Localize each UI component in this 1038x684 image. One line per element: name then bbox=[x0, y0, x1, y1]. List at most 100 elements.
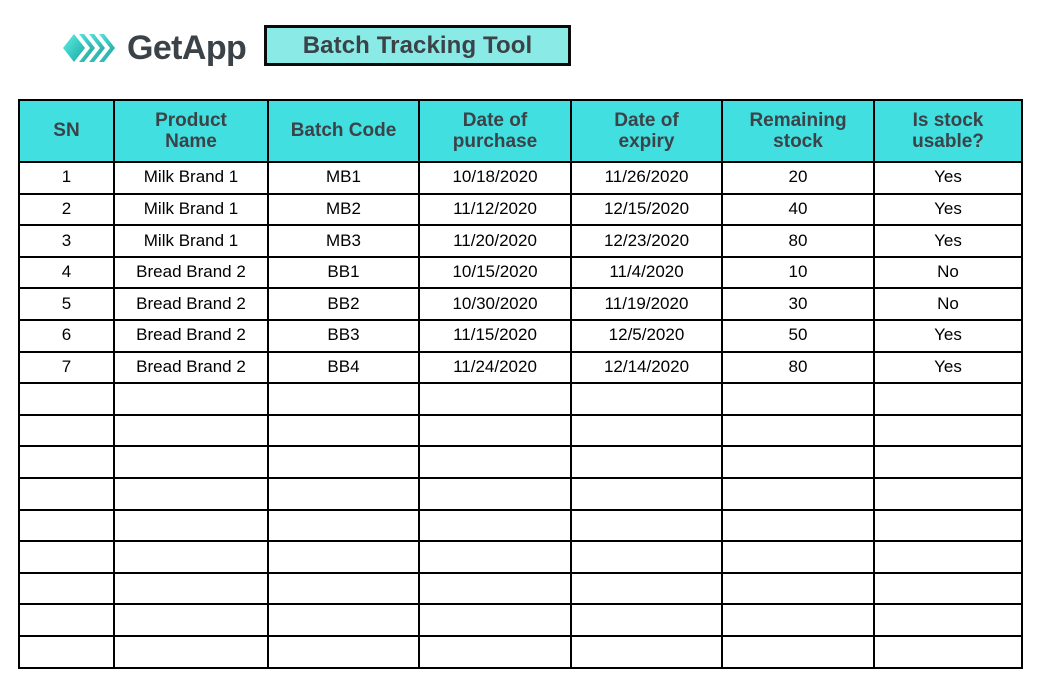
table-cell-empty[interactable] bbox=[18, 540, 115, 574]
column-header-1[interactable]: Product Name bbox=[113, 99, 269, 163]
table-cell[interactable]: No bbox=[873, 287, 1023, 321]
table-cell-empty[interactable] bbox=[570, 603, 723, 637]
table-cell[interactable]: MB1 bbox=[267, 161, 420, 195]
table-cell-empty[interactable] bbox=[267, 508, 420, 543]
column-header-5[interactable]: Remaining stock bbox=[721, 99, 875, 163]
table-cell-empty[interactable] bbox=[267, 571, 420, 606]
table-cell-empty[interactable] bbox=[721, 571, 875, 606]
table-cell-empty[interactable] bbox=[418, 445, 572, 479]
table-cell[interactable]: 12/15/2020 bbox=[570, 192, 723, 227]
table-cell-empty[interactable] bbox=[18, 508, 115, 543]
table-cell-empty[interactable] bbox=[570, 634, 723, 669]
table-cell-empty[interactable] bbox=[267, 540, 420, 574]
table-cell-empty[interactable] bbox=[113, 445, 269, 479]
table-cell-empty[interactable] bbox=[418, 540, 572, 574]
column-header-6[interactable]: Is stock usable? bbox=[873, 99, 1023, 163]
table-cell-empty[interactable] bbox=[418, 508, 572, 543]
table-cell-empty[interactable] bbox=[570, 382, 723, 416]
table-cell-empty[interactable] bbox=[18, 634, 115, 669]
table-cell-empty[interactable] bbox=[721, 540, 875, 574]
table-cell[interactable]: 12/23/2020 bbox=[570, 224, 723, 258]
table-cell-empty[interactable] bbox=[418, 413, 572, 448]
table-cell-empty[interactable] bbox=[267, 413, 420, 448]
table-cell[interactable]: 11/19/2020 bbox=[570, 287, 723, 321]
column-header-4[interactable]: Date of expiry bbox=[570, 99, 723, 163]
table-cell-empty[interactable] bbox=[873, 445, 1023, 479]
table-cell[interactable]: BB1 bbox=[267, 255, 420, 290]
table-cell[interactable]: Bread Brand 2 bbox=[113, 287, 269, 321]
table-cell[interactable]: Bread Brand 2 bbox=[113, 318, 269, 353]
table-cell-empty[interactable] bbox=[570, 571, 723, 606]
table-cell[interactable]: 11/12/2020 bbox=[418, 192, 572, 227]
table-cell[interactable]: Bread Brand 2 bbox=[113, 350, 269, 385]
table-cell[interactable]: Yes bbox=[873, 192, 1023, 227]
table-cell-empty[interactable] bbox=[721, 413, 875, 448]
table-cell-empty[interactable] bbox=[113, 476, 269, 511]
table-cell[interactable]: 11/24/2020 bbox=[418, 350, 572, 385]
table-cell-empty[interactable] bbox=[570, 445, 723, 479]
table-cell-empty[interactable] bbox=[267, 382, 420, 416]
table-cell-empty[interactable] bbox=[18, 571, 115, 606]
table-cell[interactable]: MB2 bbox=[267, 192, 420, 227]
table-cell[interactable]: 10/18/2020 bbox=[418, 161, 572, 195]
table-cell-empty[interactable] bbox=[721, 476, 875, 511]
table-cell[interactable]: Milk Brand 1 bbox=[113, 161, 269, 195]
table-cell-empty[interactable] bbox=[113, 634, 269, 669]
table-cell-empty[interactable] bbox=[18, 603, 115, 637]
table-cell[interactable]: 11/26/2020 bbox=[570, 161, 723, 195]
table-cell[interactable]: BB2 bbox=[267, 287, 420, 321]
table-cell[interactable]: 80 bbox=[721, 224, 875, 258]
table-cell-empty[interactable] bbox=[873, 508, 1023, 543]
table-cell[interactable]: 40 bbox=[721, 192, 875, 227]
table-cell[interactable]: 20 bbox=[721, 161, 875, 195]
table-cell-empty[interactable] bbox=[570, 540, 723, 574]
table-cell[interactable]: Yes bbox=[873, 350, 1023, 385]
table-cell[interactable]: 11/4/2020 bbox=[570, 255, 723, 290]
table-cell-empty[interactable] bbox=[873, 634, 1023, 669]
table-cell-empty[interactable] bbox=[721, 382, 875, 416]
table-cell-empty[interactable] bbox=[418, 603, 572, 637]
table-cell[interactable]: 11/20/2020 bbox=[418, 224, 572, 258]
table-cell[interactable]: BB3 bbox=[267, 318, 420, 353]
table-cell-empty[interactable] bbox=[267, 603, 420, 637]
table-cell[interactable]: Milk Brand 1 bbox=[113, 224, 269, 258]
table-cell-empty[interactable] bbox=[721, 445, 875, 479]
table-cell-empty[interactable] bbox=[873, 571, 1023, 606]
table-cell[interactable]: 5 bbox=[18, 287, 115, 321]
column-header-3[interactable]: Date of purchase bbox=[418, 99, 572, 163]
table-cell[interactable]: No bbox=[873, 255, 1023, 290]
table-cell[interactable]: 1 bbox=[18, 161, 115, 195]
table-cell[interactable]: 10 bbox=[721, 255, 875, 290]
table-cell-empty[interactable] bbox=[113, 413, 269, 448]
table-cell-empty[interactable] bbox=[418, 476, 572, 511]
table-cell[interactable]: 10/15/2020 bbox=[418, 255, 572, 290]
table-cell-empty[interactable] bbox=[873, 382, 1023, 416]
table-cell[interactable]: 2 bbox=[18, 192, 115, 227]
table-cell-empty[interactable] bbox=[113, 508, 269, 543]
table-cell[interactable]: Bread Brand 2 bbox=[113, 255, 269, 290]
table-cell[interactable]: 6 bbox=[18, 318, 115, 353]
table-cell-empty[interactable] bbox=[570, 508, 723, 543]
table-cell[interactable]: 12/5/2020 bbox=[570, 318, 723, 353]
table-cell[interactable]: 10/30/2020 bbox=[418, 287, 572, 321]
table-cell-empty[interactable] bbox=[267, 634, 420, 669]
table-cell[interactable]: MB3 bbox=[267, 224, 420, 258]
table-cell[interactable]: Yes bbox=[873, 318, 1023, 353]
table-cell-empty[interactable] bbox=[113, 571, 269, 606]
table-cell[interactable]: Yes bbox=[873, 161, 1023, 195]
table-cell[interactable]: 50 bbox=[721, 318, 875, 353]
table-cell-empty[interactable] bbox=[267, 476, 420, 511]
table-cell-empty[interactable] bbox=[721, 634, 875, 669]
table-cell-empty[interactable] bbox=[113, 540, 269, 574]
table-cell[interactable]: 80 bbox=[721, 350, 875, 385]
table-cell[interactable]: Yes bbox=[873, 224, 1023, 258]
table-cell[interactable]: 11/15/2020 bbox=[418, 318, 572, 353]
table-cell-empty[interactable] bbox=[721, 508, 875, 543]
table-cell[interactable]: BB4 bbox=[267, 350, 420, 385]
table-cell[interactable]: 12/14/2020 bbox=[570, 350, 723, 385]
table-cell-empty[interactable] bbox=[873, 413, 1023, 448]
table-cell-empty[interactable] bbox=[418, 382, 572, 416]
table-cell[interactable]: 7 bbox=[18, 350, 115, 385]
table-cell-empty[interactable] bbox=[18, 382, 115, 416]
table-cell[interactable]: 3 bbox=[18, 224, 115, 258]
